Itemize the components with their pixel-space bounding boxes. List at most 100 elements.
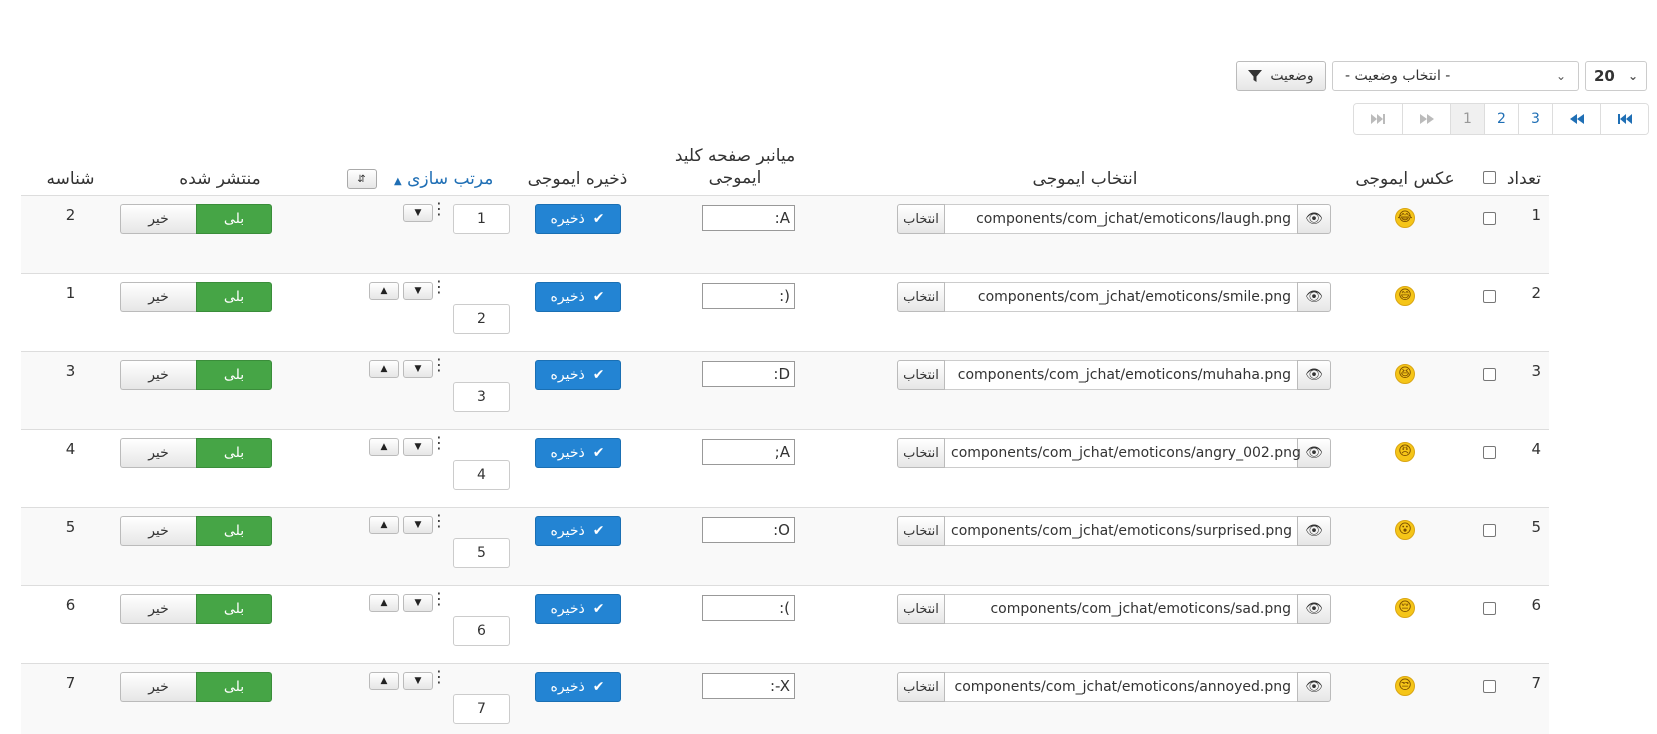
prev-page-button[interactable] — [1552, 104, 1600, 134]
list-limit-select[interactable]: 20 ⌄ — [1585, 61, 1647, 91]
save-emoji-button[interactable]: ✔ ذخیره — [534, 360, 621, 390]
order-input[interactable]: 5 — [453, 538, 510, 568]
drag-handle-icon[interactable]: ⋮ — [431, 435, 447, 451]
move-down-button[interactable]: ▼ — [403, 360, 433, 378]
status-filter-select[interactable]: - انتخاب وضعیت - ⌄ — [1332, 61, 1579, 91]
ordering-sort-link[interactable]: مرتب سازی — [407, 169, 493, 189]
move-up-button[interactable]: ▲ — [369, 282, 399, 300]
choose-emoji-button[interactable]: انتخاب — [897, 360, 945, 390]
publish-yes-button[interactable]: بلی — [196, 360, 272, 390]
shortcut-input[interactable]: :O — [702, 517, 795, 543]
save-emoji-button[interactable]: ✔ ذخیره — [534, 516, 621, 546]
publish-no-button[interactable]: خیر — [120, 282, 196, 312]
emoji-path-input[interactable]: components/com_jchat/emoticons/surprised… — [945, 516, 1297, 546]
choose-emoji-button[interactable]: انتخاب — [897, 204, 945, 234]
move-up-button[interactable]: ▲ — [369, 516, 399, 534]
preview-button[interactable]: 👁 — [1297, 360, 1331, 390]
drag-handle-icon[interactable]: ⋮ — [431, 591, 447, 607]
order-input[interactable]: 1 — [453, 204, 510, 234]
publish-no-button[interactable]: خیر — [120, 594, 196, 624]
publish-yes-button[interactable]: بلی — [196, 438, 272, 468]
publish-no-button[interactable]: خیر — [120, 204, 196, 234]
order-input[interactable]: 6 — [453, 616, 510, 646]
move-up-button[interactable]: ▲ — [369, 360, 399, 378]
shortcut-input[interactable]: :) — [702, 283, 795, 309]
order-input[interactable]: 3 — [453, 382, 510, 412]
publish-yes-button[interactable]: بلی — [196, 204, 272, 234]
page-2-button[interactable]: 2 — [1484, 104, 1518, 134]
move-up-button[interactable]: ▲ — [369, 438, 399, 456]
publish-yes-button[interactable]: بلی — [196, 672, 272, 702]
row-checkbox[interactable] — [1482, 368, 1496, 381]
choose-emoji-button[interactable]: انتخاب — [897, 672, 945, 702]
preview-button[interactable]: 👁 — [1297, 516, 1331, 546]
drag-handle-icon[interactable]: ⋮ — [431, 279, 447, 295]
emoji-path-input[interactable]: components/com_jchat/emoticons/angry_002… — [945, 438, 1301, 468]
publish-yes-button[interactable]: بلی — [196, 516, 272, 546]
emoji-path-input[interactable]: components/com_jchat/emoticons/laugh.png — [945, 204, 1297, 234]
choose-emoji-button[interactable]: انتخاب — [897, 516, 945, 546]
preview-button[interactable]: 👁 — [1297, 282, 1331, 312]
choose-emoji-button[interactable]: انتخاب — [897, 594, 945, 624]
preview-button[interactable]: 👁 — [1297, 594, 1331, 624]
row-checkbox[interactable] — [1482, 524, 1496, 537]
preview-button[interactable]: 👁 — [1297, 438, 1331, 468]
publish-yes-button[interactable]: بلی — [196, 282, 272, 312]
shortcut-input[interactable]: :-X — [702, 673, 795, 699]
shortcut-input[interactable]: :A — [702, 205, 795, 231]
move-down-button[interactable]: ▼ — [403, 516, 433, 534]
drag-handle-icon[interactable]: ⋮ — [431, 201, 447, 217]
move-up-button[interactable]: ▲ — [369, 594, 399, 612]
emoji-path-input[interactable]: components/com_jchat/emoticons/annoyed.p… — [945, 672, 1297, 702]
shortcut-input[interactable]: :D — [702, 361, 795, 387]
header-ordering[interactable]: مرتب سازی ▲ ⇵ — [320, 145, 520, 196]
publish-yes-button[interactable]: بلی — [196, 594, 272, 624]
row-checkbox[interactable] — [1482, 212, 1496, 225]
emoji-path-input[interactable]: components/com_jchat/emoticons/sad.png — [945, 594, 1297, 624]
header-num[interactable]: تعداد — [1503, 145, 1549, 196]
preview-button[interactable]: 👁 — [1297, 672, 1331, 702]
emoji-path-input[interactable]: components/com_jchat/emoticons/smile.png — [945, 282, 1297, 312]
header-id[interactable]: شناسه — [21, 145, 120, 196]
row-checkbox[interactable] — [1482, 446, 1496, 459]
move-down-button[interactable]: ▼ — [403, 594, 433, 612]
select-all-checkbox[interactable] — [1482, 171, 1496, 184]
move-down-button[interactable]: ▼ — [403, 672, 433, 690]
page-1-button[interactable]: 1 — [1450, 104, 1484, 134]
move-down-button[interactable]: ▼ — [403, 282, 433, 300]
save-emoji-button[interactable]: ✔ ذخیره — [534, 204, 621, 234]
row-checkbox[interactable] — [1482, 602, 1496, 615]
last-page-button[interactable] — [1354, 104, 1402, 134]
emoji-path-input[interactable]: components/com_jchat/emoticons/muhaha.pn… — [945, 360, 1297, 390]
save-emoji-button[interactable]: ✔ ذخیره — [534, 594, 621, 624]
move-down-button[interactable]: ▼ — [403, 438, 433, 456]
choose-emoji-button[interactable]: انتخاب — [897, 438, 945, 468]
shortcut-input[interactable]: ;A — [702, 439, 795, 465]
page-3-button[interactable]: 3 — [1518, 104, 1552, 134]
first-page-button[interactable] — [1600, 104, 1648, 134]
order-input[interactable]: 4 — [453, 460, 510, 490]
order-input[interactable]: 7 — [453, 694, 510, 724]
header-select-all[interactable] — [1475, 145, 1503, 196]
save-emoji-button[interactable]: ✔ ذخیره — [534, 282, 621, 312]
move-down-button[interactable]: ▼ — [403, 204, 433, 222]
save-emoji-button[interactable]: ✔ ذخیره — [534, 438, 621, 468]
choose-emoji-button[interactable]: انتخاب — [897, 282, 945, 312]
publish-no-button[interactable]: خیر — [120, 516, 196, 546]
drag-handle-icon[interactable]: ⋮ — [431, 513, 447, 529]
preview-button[interactable]: 👁 — [1297, 204, 1331, 234]
row-checkbox[interactable] — [1482, 290, 1496, 303]
drag-handle-icon[interactable]: ⋮ — [431, 669, 447, 685]
save-order-button[interactable]: ⇵ — [346, 169, 377, 189]
save-emoji-button[interactable]: ✔ ذخیره — [534, 672, 621, 702]
publish-no-button[interactable]: خیر — [120, 360, 196, 390]
row-checkbox[interactable] — [1482, 680, 1496, 693]
move-up-button[interactable]: ▲ — [369, 672, 399, 690]
status-filter-button[interactable]: وضعیت — [1236, 61, 1326, 91]
publish-no-button[interactable]: خیر — [120, 438, 196, 468]
next-page-button[interactable] — [1402, 104, 1450, 134]
shortcut-input[interactable]: :( — [702, 595, 795, 621]
order-input[interactable]: 2 — [453, 304, 510, 334]
publish-no-button[interactable]: خیر — [120, 672, 196, 702]
drag-handle-icon[interactable]: ⋮ — [431, 357, 447, 373]
